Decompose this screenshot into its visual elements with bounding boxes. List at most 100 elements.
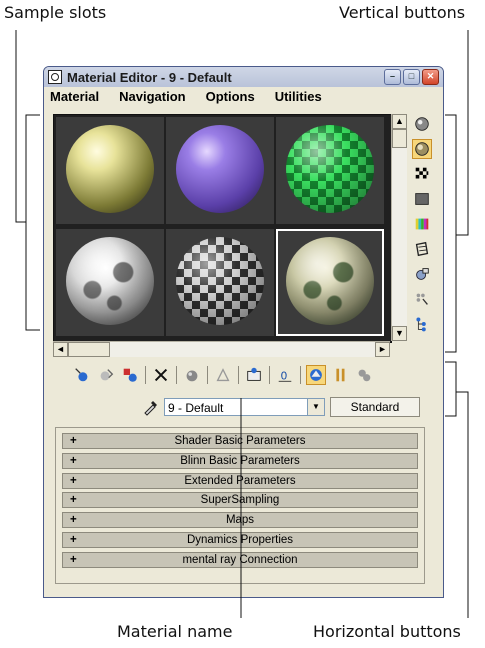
toolbar-separator	[145, 366, 146, 384]
sample-slot-black-white-checker[interactable]	[166, 229, 274, 336]
options-icon[interactable]	[412, 264, 432, 284]
sample-slot-gray-noise[interactable]	[56, 229, 164, 336]
horizontal-toolbar: 0	[72, 363, 378, 387]
rollout-supersampling[interactable]: + SuperSampling	[62, 492, 418, 509]
rollout-label: mental ray Connection	[182, 553, 298, 566]
toolbar-separator	[269, 366, 270, 384]
rollout-expand-icon: +	[70, 553, 77, 566]
menu-utilities[interactable]: Utilities	[275, 89, 322, 104]
rollout-extended-parameters[interactable]: + Extended Parameters	[62, 472, 418, 489]
material-sphere-black-white-checker	[176, 237, 264, 325]
horizontal-scroll-thumb[interactable]	[68, 342, 110, 357]
sample-slot-green-checker[interactable]	[276, 117, 384, 224]
horizontal-scrollbar[interactable]: ◄ ►	[53, 341, 390, 357]
scroll-down-button[interactable]: ▼	[392, 326, 407, 341]
minimize-button[interactable]: –	[384, 69, 401, 85]
backlight-icon[interactable]	[412, 139, 432, 159]
rollout-expand-icon: +	[70, 454, 77, 467]
go-to-parent-icon[interactable]	[330, 365, 350, 385]
get-material-icon[interactable]	[72, 365, 92, 385]
menu-material[interactable]: Material	[50, 89, 99, 104]
assign-to-selection-icon[interactable]	[120, 365, 140, 385]
material-sphere-gray-noise	[66, 237, 154, 325]
rollout-mental-ray-connection[interactable]: + mental ray Connection	[62, 551, 418, 568]
callout-sample-slots: Sample slots	[4, 3, 107, 22]
app-icon	[48, 70, 62, 84]
sample-slots-grid	[53, 114, 392, 343]
background-checker-icon[interactable]	[412, 164, 432, 184]
horizontal-buttons-leader	[456, 391, 469, 618]
rollout-expand-icon: +	[70, 474, 77, 487]
material-sphere-yellow-glossy	[66, 125, 154, 213]
scroll-left-button[interactable]: ◄	[53, 342, 68, 357]
make-preview-icon[interactable]	[412, 239, 432, 259]
vertical-toolbar	[412, 114, 434, 339]
rollout-label: Dynamics Properties	[186, 533, 294, 546]
sample-slots-bracket	[25, 114, 40, 331]
menu-navigation[interactable]: Navigation	[119, 89, 185, 104]
sample-type-sphere-icon[interactable]	[412, 114, 432, 134]
rollout-label: Blinn Basic Parameters	[180, 454, 300, 467]
material-name-value: 9 - Default	[168, 401, 224, 415]
material-editor-window: Material Editor - 9 - Default – □ ✕ Mate…	[43, 66, 444, 598]
rollout-maps[interactable]: + Maps	[62, 512, 418, 529]
rollout-expand-icon: +	[70, 435, 77, 447]
scroll-right-button[interactable]: ►	[375, 342, 390, 357]
rollout-shader-basic-parameters[interactable]: + Shader Basic Parameters	[62, 433, 418, 449]
rollout-expand-icon: +	[70, 533, 77, 546]
make-unique-icon[interactable]	[182, 365, 202, 385]
put-to-library-icon[interactable]	[213, 365, 233, 385]
video-color-check-icon[interactable]	[412, 214, 432, 234]
toolbar-separator	[176, 366, 177, 384]
rollout-label: Extended Parameters	[184, 474, 296, 487]
put-to-scene-icon[interactable]	[96, 365, 116, 385]
material-map-navigator-icon[interactable]	[412, 314, 432, 334]
material-sphere-camo-texture	[286, 237, 374, 325]
material-id-channel-icon[interactable]	[244, 365, 264, 385]
callout-material-name: Material name	[117, 622, 233, 641]
select-by-material-icon[interactable]	[412, 289, 432, 309]
rollout-label: SuperSampling	[200, 494, 280, 507]
sample-uv-tiling-icon[interactable]	[412, 189, 432, 209]
sample-slot-yellow-glossy[interactable]	[56, 117, 164, 224]
rollout-label: Shader Basic Parameters	[174, 435, 306, 447]
horizontal-buttons-bracket	[445, 361, 457, 417]
show-end-result-icon[interactable]	[306, 365, 326, 385]
toolbar-separator	[207, 366, 208, 384]
material-name-dropdown-arrow[interactable]: ▼	[307, 399, 324, 415]
vertical-scroll-thumb[interactable]	[392, 129, 407, 148]
rollout-expand-icon: +	[70, 514, 77, 527]
rollout-dynamics-properties[interactable]: + Dynamics Properties	[62, 531, 418, 548]
show-map-in-viewport-icon[interactable]: 0	[275, 365, 295, 385]
pick-material-from-object-icon[interactable]	[142, 398, 160, 416]
vertical-scrollbar[interactable]: ▲ ▼	[391, 114, 407, 341]
maximize-button[interactable]: □	[403, 69, 420, 85]
window-title: Material Editor - 9 - Default	[67, 69, 232, 85]
vertical-buttons-bracket	[445, 114, 457, 353]
material-sphere-purple-glossy	[176, 125, 264, 213]
sample-slots-leader	[15, 30, 26, 223]
scroll-up-button[interactable]: ▲	[392, 114, 407, 129]
title-bar: Material Editor - 9 - Default – □ ✕	[44, 67, 443, 87]
material-sphere-green-checker	[286, 125, 374, 213]
callout-vertical-buttons: Vertical buttons	[339, 3, 466, 22]
rollout-expand-icon: +	[70, 494, 77, 507]
menu-options[interactable]: Options	[206, 89, 255, 104]
rollout-blinn-basic-parameters[interactable]: + Blinn Basic Parameters	[62, 452, 418, 469]
vertical-buttons-leader	[456, 30, 469, 236]
rollout-label: Maps	[225, 514, 255, 527]
menu-bar: Material Navigation Options Utilities	[44, 87, 443, 106]
toolbar-separator	[300, 366, 301, 384]
sample-slot-purple-glossy[interactable]	[166, 117, 274, 224]
toolbar-separator	[238, 366, 239, 384]
close-button[interactable]: ✕	[422, 69, 439, 85]
go-forward-to-sibling-icon[interactable]	[354, 365, 374, 385]
parameter-rollouts: + Shader Basic Parameters + Blinn Basic Par…	[55, 427, 425, 584]
material-name-field[interactable]: 9 - Default ▼	[164, 398, 325, 416]
material-name-row: 9 - Default ▼ Standard	[142, 397, 420, 417]
sample-slot-camo-texture[interactable]	[276, 229, 384, 336]
svg-text:0: 0	[281, 370, 288, 383]
callout-horizontal-buttons: Horizontal buttons	[313, 622, 461, 641]
material-type-button[interactable]: Standard	[330, 397, 420, 417]
reset-map-icon[interactable]	[151, 365, 171, 385]
